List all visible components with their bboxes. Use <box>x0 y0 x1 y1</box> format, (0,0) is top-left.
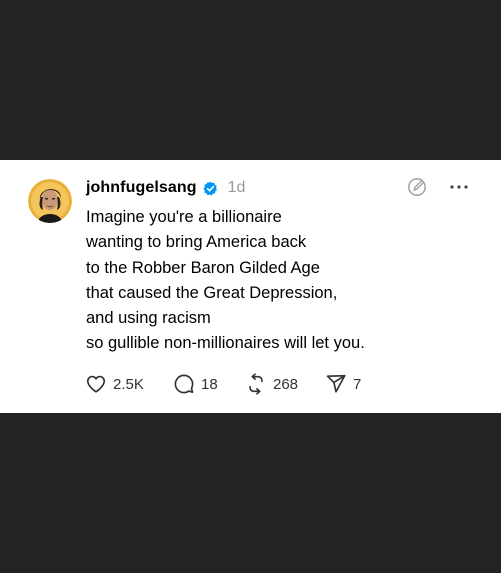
like-button[interactable]: 2.5K <box>85 373 173 395</box>
post-text-line: and using racism <box>86 309 211 328</box>
post-top-actions <box>405 175 471 199</box>
post-text-line: to the Robber Baron Gilded Age <box>86 258 320 277</box>
repost-button[interactable]: 268 <box>245 373 325 395</box>
post-time: 1d <box>227 179 246 196</box>
repost-count: 268 <box>273 375 299 393</box>
avatar-image <box>28 179 72 223</box>
more-icon[interactable] <box>447 175 471 199</box>
verified-badge-icon <box>203 181 218 196</box>
heart-icon <box>85 373 107 395</box>
edit-icon[interactable] <box>405 175 429 199</box>
avatar[interactable] <box>28 179 72 223</box>
post-text: Imagine you're a billionaire wanting to … <box>86 205 476 357</box>
repost-icon <box>245 373 267 395</box>
post-actions: 2.5K 18 268 7 <box>85 373 365 395</box>
share-count: 7 <box>353 375 362 393</box>
reply-button[interactable]: 18 <box>173 373 245 395</box>
share-icon <box>325 373 347 395</box>
app-frame: johnfugelsang 1d Imagine you're a billio… <box>0 0 501 573</box>
username[interactable]: johnfugelsang <box>86 179 197 197</box>
post-text-line: Imagine you're a billionaire <box>86 208 282 226</box>
share-button[interactable]: 7 <box>325 373 365 395</box>
post-text-line: that caused the Great Depression, <box>86 283 338 302</box>
post-text-line: wanting to bring America back <box>86 233 307 252</box>
reply-icon <box>173 373 195 395</box>
post-header: johnfugelsang 1d <box>86 177 245 199</box>
like-count: 2.5K <box>113 375 144 393</box>
post-text-line: so gullible non-millionaires will let yo… <box>86 334 365 353</box>
reply-count: 18 <box>201 375 218 393</box>
